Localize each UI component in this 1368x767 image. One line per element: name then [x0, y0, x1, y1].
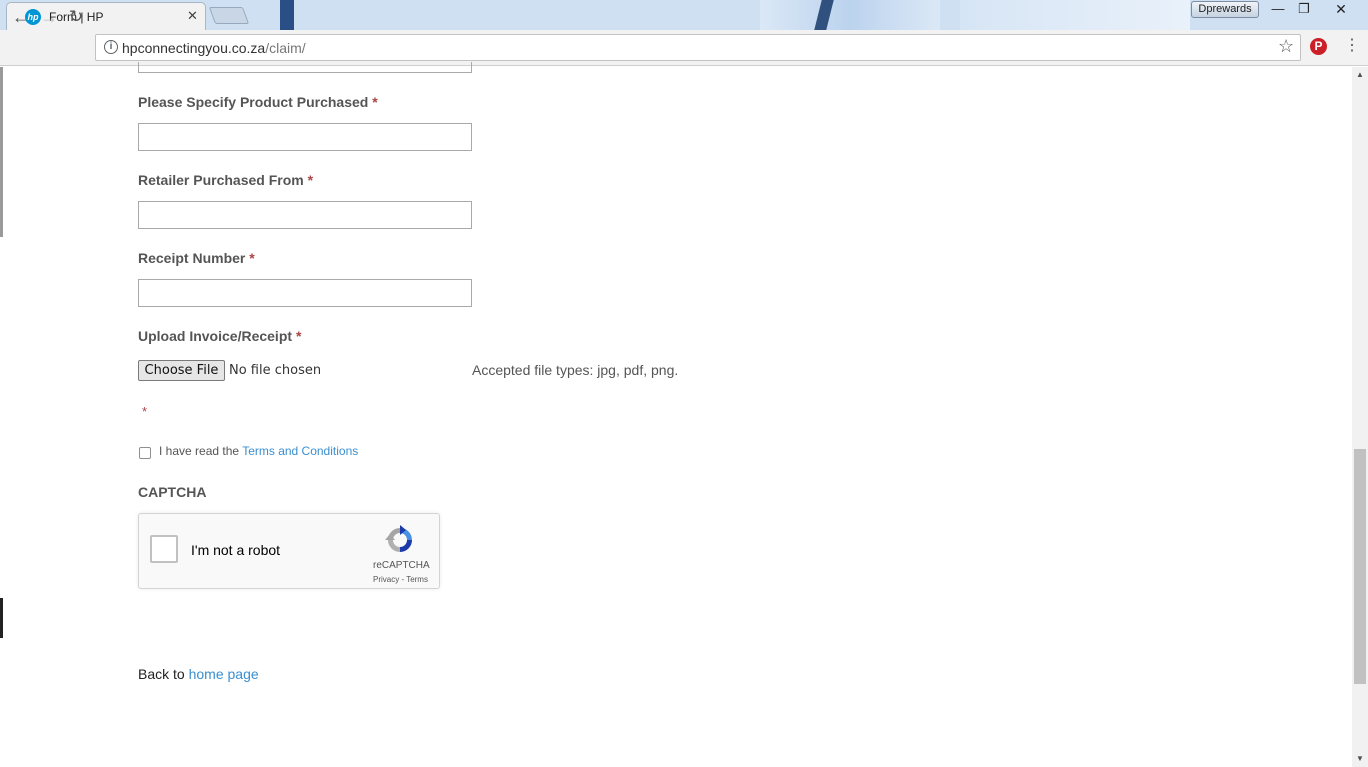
recaptcha-logo-icon [385, 525, 412, 552]
product-input[interactable] [138, 123, 472, 151]
required-mark: * [295, 328, 302, 344]
product-label: Please Specify Product Purchased * [138, 94, 378, 110]
home-page-link[interactable]: home page [189, 666, 259, 682]
required-mark: * [372, 94, 378, 110]
receipt-label-text: Receipt Number [138, 250, 246, 266]
browser-menu-icon[interactable]: ⋮ [1344, 38, 1360, 56]
terms-label: I have read the Terms and Conditions [159, 444, 358, 458]
retailer-label: Retailer Purchased From * [138, 172, 313, 188]
recaptcha-checkbox[interactable] [150, 535, 178, 563]
upload-label: Upload Invoice/Receipt * [138, 328, 301, 344]
scroll-down-arrow-icon[interactable]: ▼ [1352, 751, 1368, 767]
receipt-input[interactable] [138, 279, 472, 307]
desktop-wallpaper-fragment [280, 0, 294, 30]
window-maximize-icon[interactable]: ❐ [1292, 0, 1316, 18]
browser-tab-active[interactable]: hp Form | HP ✕ [6, 2, 206, 30]
url-path: /claim/ [265, 40, 306, 56]
tab-close-icon[interactable]: ✕ [187, 8, 198, 24]
profile-button[interactable]: Dprewards [1191, 1, 1259, 18]
previous-field-input[interactable] [138, 62, 472, 73]
reload-icon[interactable]: ↻ [65, 7, 87, 29]
site-info-icon[interactable]: i [104, 40, 118, 54]
receipt-label: Receipt Number * [138, 250, 255, 266]
file-status-text: No file chosen [229, 363, 322, 378]
window-close-icon[interactable]: ✕ [1318, 0, 1364, 18]
forward-arrow-icon[interactable]: → [38, 7, 60, 29]
recaptcha-privacy-terms[interactable]: Privacy - Terms [373, 575, 428, 584]
bookmark-star-icon[interactable]: ☆ [1278, 36, 1294, 57]
product-label-text: Please Specify Product Purchased [138, 94, 369, 110]
back-prefix: Back to [138, 666, 189, 682]
pinterest-extension-icon[interactable]: P [1310, 38, 1327, 55]
required-mark: * [249, 250, 255, 266]
retailer-label-text: Retailer Purchased From [138, 172, 304, 188]
terms-link[interactable]: Terms and Conditions [242, 444, 358, 458]
new-tab-button[interactable] [208, 7, 250, 24]
retailer-input[interactable] [138, 201, 472, 229]
address-bar-url[interactable]: hpconnectingyou.co.za/claim/ [122, 40, 306, 56]
upload-label-text: Upload Invoice/Receipt [138, 328, 293, 344]
required-mark: * [142, 404, 148, 419]
choose-file-button[interactable]: Choose File [138, 360, 225, 381]
recaptcha-label: I'm not a robot [191, 542, 281, 558]
terms-checkbox[interactable] [139, 447, 151, 459]
window-edge-fragment [0, 67, 3, 237]
back-arrow-icon[interactable]: ← [10, 7, 32, 29]
accepted-file-types: Accepted file types: jpg, pdf, png. [472, 362, 679, 378]
scrollbar-thumb[interactable] [1354, 449, 1366, 684]
captcha-heading: CAPTCHA [138, 484, 207, 500]
scroll-up-arrow-icon[interactable]: ▲ [1352, 67, 1368, 83]
recaptcha-brand: reCAPTCHA [373, 560, 430, 571]
window-minimize-icon[interactable]: — [1266, 0, 1290, 18]
url-host: hpconnectingyou.co.za [122, 40, 266, 56]
terms-prefix: I have read the [159, 444, 243, 458]
desktop-wallpaper-fragment [760, 0, 940, 30]
window-edge-fragment [0, 598, 3, 638]
desktop-wallpaper-fragment [960, 0, 1190, 30]
required-mark: * [307, 172, 314, 188]
back-to-home: Back to home page [138, 666, 259, 682]
